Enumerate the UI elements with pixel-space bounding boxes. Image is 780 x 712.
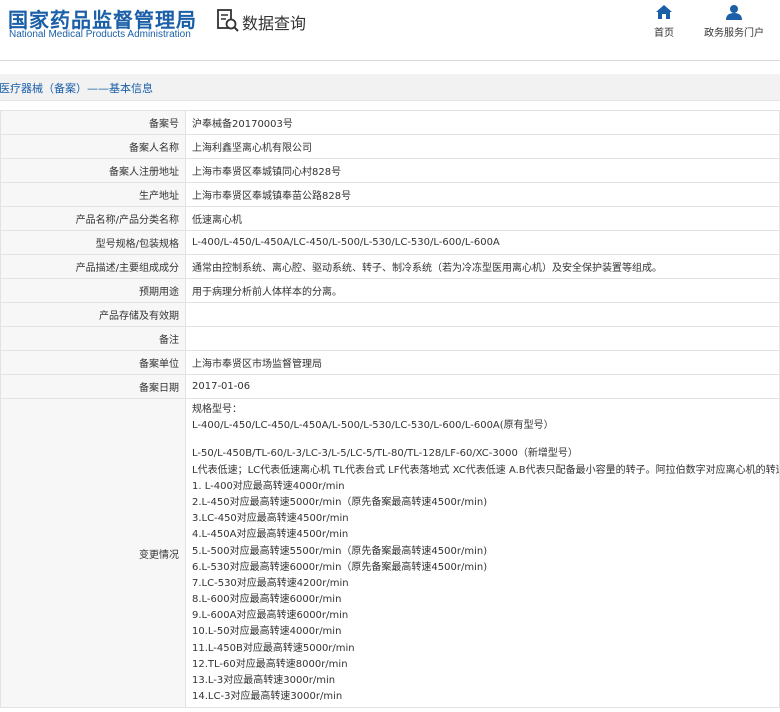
change-history-line: 12.TL-60对应最高转速8000r/min <box>192 658 348 670</box>
field-value: 上海市奉贤区奉城镇同心村828号 <box>185 158 780 183</box>
field-label: 备案人名称 <box>0 134 186 159</box>
field-label: 型号规格/包装规格 <box>0 230 186 255</box>
info-row: 产品名称/产品分类名称 低速离心机 <box>0 206 780 231</box>
field-value: L-400/L-450/L-450A/LC-450/L-500/L-530/LC… <box>185 230 780 255</box>
change-history-line: 规格型号： <box>192 404 242 415</box>
change-history-line: 14.LC-3对应最高转速3000r/min <box>192 691 343 703</box>
info-row: 备注 <box>0 326 780 351</box>
field-label: 预期用途 <box>0 278 186 303</box>
field-label: 备注 <box>0 326 186 351</box>
field-value: 上海市奉贤区市场监督管理局 <box>185 350 780 375</box>
field-label: 生产地址 <box>0 182 186 207</box>
info-row: 产品描述/主要组成成分 通常由控制系统、离心腔、驱动系统、转子、制冷系统（若为冷冻… <box>0 254 780 279</box>
change-history-line: L-400/L-450/LC-450/L-450A/L-500/L-530/LC… <box>192 420 554 432</box>
field-label: 备案单位 <box>0 350 186 375</box>
nav-home[interactable]: 首页 <box>650 4 678 39</box>
field-label: 产品名称/产品分类名称 <box>0 206 186 231</box>
user-icon <box>726 5 742 20</box>
nav-home-label: 首页 <box>654 28 674 39</box>
data-query-label: 数据查询 <box>242 14 307 33</box>
change-history-label: 变更情况 <box>0 397 186 709</box>
change-history-line: 7.LC-530对应最高转速4200r/min <box>192 577 349 589</box>
document-search-icon <box>217 9 239 32</box>
info-row: 型号规格/包装规格 L-400/L-450/L-450A/LC-450/L-500… <box>0 230 780 255</box>
section-title: 医疗器械（备案）——基本信息 <box>0 82 153 95</box>
field-label: 备案号 <box>0 110 186 135</box>
info-row: 备案单位 上海市奉贤区市场监督管理局 <box>0 350 780 375</box>
info-row: 备案人注册地址 上海市奉贤区奉城镇同心村828号 <box>0 158 780 183</box>
logo-english-name[interactable]: National Medical Products Administration <box>9 29 191 40</box>
field-value: 2017-01-06 <box>185 374 780 399</box>
change-history-line: 9.L-600A对应最高转速6000r/min <box>192 610 349 622</box>
change-history-line: 3.LC-450对应最高转速4500r/min <box>192 513 349 525</box>
field-value <box>185 326 780 351</box>
info-row: 产品存储及有效期 <box>0 302 780 327</box>
info-row: 备案号 沪奉械备20170003号 <box>0 110 780 135</box>
header-divider <box>0 60 780 61</box>
change-history-line: 5.L-500对应最高转速5500r/min（原先备案最高转速4500r/min… <box>192 545 488 557</box>
info-row: 备案日期 2017-01-06 <box>0 374 780 399</box>
change-history-line: 10.L-50对应最高转速4000r/min <box>192 626 342 638</box>
field-value: 通常由控制系统、离心腔、驱动系统、转子、制冷系统（若为冷冻型医用离心机）及安全保… <box>185 254 780 279</box>
field-label: 备案日期 <box>0 374 186 399</box>
info-row: 预期用途 用于病理分析前人体样本的分离。 <box>0 278 780 303</box>
field-value: 上海利鑫坚离心机有限公司 <box>185 134 780 159</box>
field-value <box>185 302 780 327</box>
field-label: 产品存储及有效期 <box>0 302 186 327</box>
site-header: 国家药品监督管理局 National Medical Products Admi… <box>0 0 780 60</box>
change-history-line: 13.L-3对应最高转速3000r/min <box>192 675 336 686</box>
field-value: 低速离心机 <box>185 206 780 231</box>
change-history-value: 规格型号： L-400/L-450/LC-450/L-450A/L-500/L-5… <box>185 397 780 709</box>
field-label: 备案人注册地址 <box>0 158 186 183</box>
change-history-row: 变更情况 规格型号： L-400/L-450/LC-450/L-450A/L-500… <box>0 397 780 709</box>
info-row: 备案人名称 上海利鑫坚离心机有限公司 <box>0 134 780 159</box>
change-history-line: 2.L-450对应最高转速5000r/min（原先备案最高转速4500r/min… <box>192 496 488 508</box>
device-info-table: 备案号 沪奉械备20170003号 备案人名称 上海利鑫坚离心机有限公司 备案人注册地址… <box>0 110 780 709</box>
section-title-bar: 医疗器械（备案）——基本信息 <box>0 74 780 101</box>
change-history-line: 4.L-450A对应最高转速4500r/min <box>192 529 349 541</box>
field-value: 沪奉械备20170003号 <box>185 110 780 135</box>
nav-government-service-portal[interactable]: 政务服务门户 <box>700 4 768 39</box>
change-history-line: 8.L-600对应最高转速6000r/min <box>192 594 342 606</box>
nav-portal-label: 政务服务门户 <box>704 28 764 39</box>
home-icon <box>656 5 672 19</box>
change-history-line: L代表低速；LC代表低速离心机 TL代表台式 LF代表落地式 XC代表低速 A.… <box>192 464 780 476</box>
field-value: 用于病理分析前人体样本的分离。 <box>185 278 780 303</box>
change-history-line: 1. L-400对应最高转速4000r/min <box>192 480 345 492</box>
change-history-line: 11.L-450B对应最高转速5000r/min <box>192 642 355 654</box>
change-history-line: L-50/L-450B/TL-60/L-3/LC-3/L-5/LC-5/TL-8… <box>192 448 578 460</box>
field-value: 上海市奉贤区奉城镇奉苗公路828号 <box>185 182 780 207</box>
info-row: 生产地址 上海市奉贤区奉城镇奉苗公路828号 <box>0 182 780 207</box>
change-history-line <box>192 434 773 446</box>
field-label: 产品描述/主要组成成分 <box>0 254 186 279</box>
change-history-line: 6.L-530对应最高转速6000r/min（原先备案最高转速4500r/min… <box>192 561 488 573</box>
